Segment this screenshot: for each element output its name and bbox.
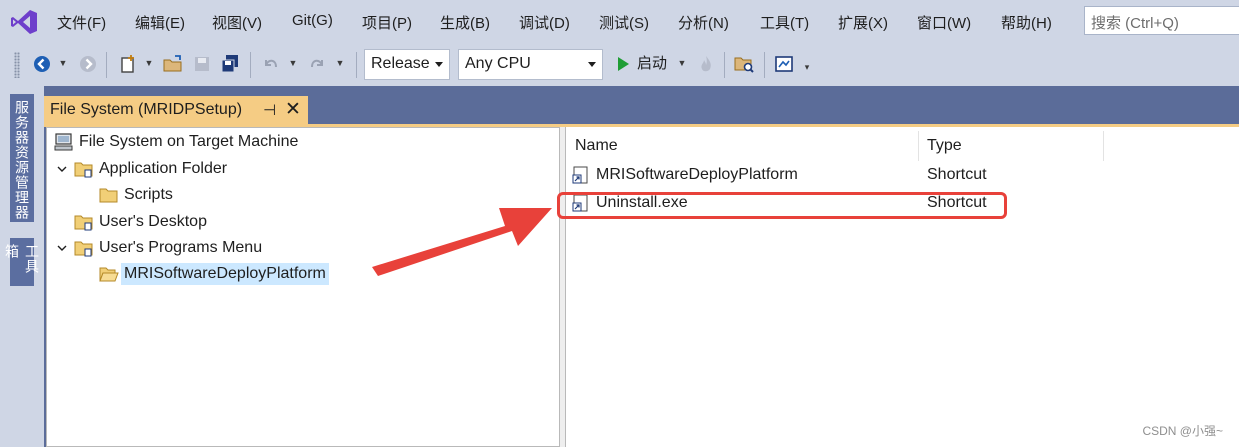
tree-item-application-folder[interactable]: Application Folder [54,157,227,181]
toolbox-tab[interactable]: 工具箱 [4,238,40,286]
chevron-down-icon [588,62,596,67]
menu-help[interactable]: 帮助(H) [1001,12,1052,33]
menu-test[interactable]: 测试(S) [599,12,649,33]
solution-configuration-select[interactable]: Release [364,49,450,80]
new-item-dropdown-caret[interactable]: ▼ [144,56,154,70]
tree-root[interactable]: File System on Target Machine [54,130,298,154]
menu-bar: 文件(F) 编辑(E) 视图(V) Git(G) 项目(P) 生成(B) 调试(… [0,0,1239,44]
tree-item-label: User's Desktop [99,213,207,230]
new-item-icon[interactable] [116,52,140,76]
tree-item-users-desktop[interactable]: User's Desktop [74,210,207,234]
menu-git[interactable]: Git(G) [292,12,333,29]
watermark: CSDN @小强~ [1142,424,1223,438]
list-item-name: MRISoftwareDeployPlatform [596,166,798,183]
pin-icon[interactable]: ⊣ [263,101,276,119]
menu-analyze[interactable]: 分析(N) [678,12,729,33]
shortcut-icon [571,166,591,184]
menu-project[interactable]: 项目(P) [362,12,412,33]
explorer-icon[interactable] [732,52,756,76]
solution-configuration-value: Release [371,55,430,72]
tree-item-mri-platform[interactable]: MRISoftwareDeployPlatform [99,262,329,286]
folder-icon [99,186,119,204]
close-icon[interactable]: ✕ [285,98,301,121]
menu-file[interactable]: 文件(F) [57,12,106,33]
start-dropdown-caret[interactable]: ▼ [677,56,687,70]
chevron-down-icon[interactable] [54,161,70,177]
special-folder-icon [74,213,94,231]
search-input[interactable]: 搜索 (Ctrl+Q) [1084,6,1239,35]
list-item[interactable]: MRISoftwareDeployPlatform Shortcut [567,162,1107,188]
open-folder-icon [99,265,119,283]
open-folder-icon[interactable] [161,52,185,76]
save-all-icon[interactable] [218,52,242,76]
tree-item-users-programs-menu[interactable]: User's Programs Menu [54,236,262,260]
forward-icon [76,52,100,76]
toolbar-overflow-icon[interactable]: ▾ [802,60,812,74]
solution-platform-select[interactable]: Any CPU [458,49,603,80]
server-explorer-tab[interactable]: 服务器资源管理器 [10,94,34,222]
toolbar-separator [724,52,725,78]
menu-window[interactable]: 窗口(W) [917,12,971,33]
back-dropdown-caret[interactable]: ▼ [58,56,68,70]
undo-icon [258,52,282,76]
toolbar-separator [764,52,765,78]
standard-toolbar: ▼ ▼ ▼ ▼ Release Any CPU ▼ ▾ [0,44,1239,86]
computer-icon [54,133,74,151]
start-icon[interactable] [611,52,635,76]
menu-edit[interactable]: 编辑(E) [135,12,185,33]
hot-reload-icon [694,52,718,76]
tree-item-label: Scripts [124,186,173,203]
toolbar-separator [356,52,357,78]
special-folder-icon [74,239,94,257]
tab-file-system[interactable]: File System (MRIDPSetup) ⊣ ✕ [44,96,308,127]
list-item-type: Shortcut [927,166,987,183]
tree-item-scripts[interactable]: Scripts [99,183,173,207]
menu-extensions[interactable]: 扩展(X) [838,12,888,33]
side-rail: 服务器资源管理器 工具箱 [0,86,44,447]
back-icon[interactable] [30,52,54,76]
special-folder-icon [74,160,94,178]
solution-platform-value: Any CPU [465,55,531,72]
annotation-highlight-box [557,192,1007,219]
chevron-down-icon[interactable] [54,240,70,256]
visual-studio-logo-icon [11,10,37,34]
redo-icon [306,52,330,76]
tree-item-label: Application Folder [99,160,228,177]
toolbar-separator [250,52,251,78]
toolbar-separator [106,52,107,78]
menu-debug[interactable]: 调试(D) [519,12,570,33]
menu-view[interactable]: 视图(V) [212,12,262,33]
column-header-name[interactable]: Name [567,131,918,161]
tree-item-label: User's Programs Menu [99,239,263,256]
redo-dropdown-caret: ▼ [335,58,345,68]
chevron-down-icon [435,62,443,67]
menu-build[interactable]: 生成(B) [440,12,490,33]
tree-item-label: MRISoftwareDeployPlatform [121,263,329,285]
undo-dropdown-caret: ▼ [288,58,298,68]
tab-title: File System (MRIDPSetup) [50,101,243,118]
save-icon [190,52,214,76]
column-divider[interactable] [1103,131,1104,161]
start-button-label[interactable]: 启动 [637,52,667,73]
menu-tools[interactable]: 工具(T) [760,12,809,33]
column-header-type[interactable]: Type [919,131,1103,161]
toolbar-grip[interactable] [14,52,20,78]
tree-root-label: File System on Target Machine [79,133,299,150]
screenshot-icon[interactable] [772,52,796,76]
